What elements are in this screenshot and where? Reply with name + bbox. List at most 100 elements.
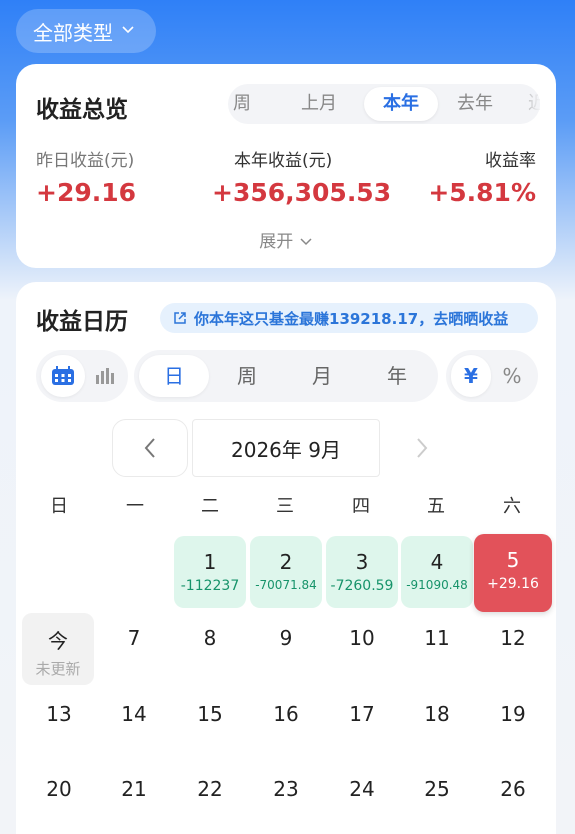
weekday-mon: 一 — [126, 496, 144, 517]
day-number: 17 — [349, 702, 375, 726]
calendar-day[interactable]: 20 — [23, 753, 95, 825]
expand-label: 展开 — [259, 232, 294, 252]
day-number: 26 — [500, 777, 526, 801]
calendar-title: 收益日历 — [36, 309, 128, 335]
calendar-day-selected[interactable]: 5 +29.16 — [474, 534, 552, 612]
day-number: 9 — [279, 626, 293, 650]
day-number: 2 — [279, 550, 293, 574]
tab-this-year[interactable]: 本年 — [364, 87, 438, 121]
calendar-day[interactable]: 12 — [477, 602, 549, 674]
calendar-day[interactable]: 17 — [326, 678, 398, 750]
chevron-right-icon — [417, 438, 428, 458]
calendar-day[interactable]: 7 — [98, 602, 170, 674]
tab-week[interactable]: 周 — [228, 84, 264, 124]
weekday-sat: 六 — [503, 496, 521, 517]
day-number: 10 — [349, 626, 375, 650]
year-earnings-value: +356,305.53 — [212, 178, 392, 207]
calendar-day[interactable]: 3 -7260.59 — [326, 536, 398, 608]
day-number: 5 — [506, 548, 520, 572]
calendar-day[interactable]: 4 -91090.48 — [401, 536, 473, 608]
day-number: 23 — [273, 777, 299, 801]
calendar-day[interactable]: 15 — [174, 678, 246, 750]
type-filter-label: 全部类型 — [33, 20, 113, 45]
day-number: 14 — [121, 702, 147, 726]
next-month-button[interactable] — [384, 419, 460, 477]
day-earnings: -70071.84 — [255, 578, 317, 592]
calendar-day[interactable]: 19 — [477, 678, 549, 750]
day-number: 11 — [424, 626, 450, 650]
expand-button[interactable]: 展开 — [16, 227, 556, 252]
day-number: 13 — [46, 702, 72, 726]
unit-percent[interactable]: % — [492, 355, 532, 397]
day-number: 4 — [430, 550, 444, 574]
bar-chart-icon — [96, 368, 114, 384]
calendar-day[interactable]: 13 — [23, 678, 95, 750]
calendar-day[interactable]: 8 — [174, 602, 246, 674]
day-number: 3 — [355, 550, 369, 574]
day-number: 15 — [197, 702, 223, 726]
unit-currency[interactable]: ¥ — [451, 355, 491, 397]
calendar-day[interactable]: 14 — [98, 678, 170, 750]
granularity-day[interactable]: 日 — [139, 355, 209, 397]
day-number: 12 — [500, 626, 526, 650]
calendar-day[interactable]: 23 — [250, 753, 322, 825]
unit-toggle: ¥ % — [446, 350, 538, 402]
year-earnings-label: 本年收益(元) — [234, 151, 333, 171]
weekday-thu: 四 — [352, 496, 370, 517]
calendar-day[interactable]: 18 — [401, 678, 473, 750]
day-number: 20 — [46, 777, 72, 801]
tabs-fade — [514, 84, 540, 124]
type-filter-dropdown[interactable]: 全部类型 — [16, 9, 156, 53]
prev-month-button[interactable] — [112, 419, 188, 477]
calendar-view-button[interactable] — [41, 355, 85, 397]
calendar-icon — [52, 366, 74, 385]
day-number: 1 — [203, 550, 217, 574]
weekday-wed: 三 — [276, 496, 294, 517]
granularity-year[interactable]: 年 — [362, 355, 432, 397]
weekday-fri: 五 — [427, 496, 445, 517]
granularity-toggle: 日 周 月 年 — [134, 350, 438, 402]
day-earnings: -91090.48 — [406, 578, 468, 592]
share-banner-text: 你本年这只基金最赚139218.17，去晒晒收益 — [194, 309, 509, 328]
day-number: 22 — [197, 777, 223, 801]
calendar-day[interactable]: 26 — [477, 753, 549, 825]
chart-view-button[interactable] — [86, 355, 126, 397]
share-banner[interactable]: 你本年这只基金最赚139218.17，去晒晒收益 — [160, 303, 538, 333]
calendar-day[interactable]: 16 — [250, 678, 322, 750]
earnings-overview-card: 收益总览 周 上月 本年 去年 近 昨日收益(元) +29.16 本年收益(元)… — [16, 64, 556, 268]
calendar-day[interactable]: 21 — [98, 753, 170, 825]
day-number: 18 — [424, 702, 450, 726]
day-number: 今 — [48, 629, 68, 653]
tab-last-year[interactable]: 去年 — [438, 84, 512, 124]
weekday-tue: 二 — [201, 496, 219, 517]
day-number: 25 — [424, 777, 450, 801]
return-rate-value: +5.81% — [428, 178, 536, 207]
day-number: 8 — [203, 626, 217, 650]
calendar-day[interactable]: 25 — [401, 753, 473, 825]
view-toggle — [36, 350, 128, 402]
calendar-day-today[interactable]: 今 未更新 — [22, 613, 94, 685]
calendar-day[interactable]: 10 — [326, 602, 398, 674]
period-tabs: 周 上月 本年 去年 近 — [228, 84, 540, 124]
month-label[interactable]: 2026年 9月 — [192, 419, 380, 477]
calendar-day[interactable]: 2 -70071.84 — [250, 536, 322, 608]
calendar-day[interactable]: 1 -112237 — [174, 536, 246, 608]
tab-last-month[interactable]: 上月 — [286, 84, 352, 124]
calendar-day[interactable]: 9 — [250, 602, 322, 674]
day-earnings: +29.16 — [487, 576, 539, 592]
day-number: 19 — [500, 702, 526, 726]
calendar-day[interactable]: 24 — [326, 753, 398, 825]
calendar-day[interactable]: 11 — [401, 602, 473, 674]
chevron-left-icon — [144, 438, 155, 458]
yesterday-earnings-value: +29.16 — [36, 178, 137, 207]
day-number: 7 — [127, 626, 141, 650]
calendar-day[interactable]: 22 — [174, 753, 246, 825]
return-rate-label: 收益率 — [485, 151, 536, 171]
chevron-down-icon — [121, 23, 135, 39]
weekday-sun: 日 — [50, 496, 68, 517]
granularity-week[interactable]: 周 — [212, 355, 282, 397]
chevron-down-icon — [299, 232, 313, 252]
yesterday-earnings-label: 昨日收益(元) — [36, 151, 135, 171]
external-link-icon — [174, 312, 186, 324]
granularity-month[interactable]: 月 — [287, 355, 357, 397]
